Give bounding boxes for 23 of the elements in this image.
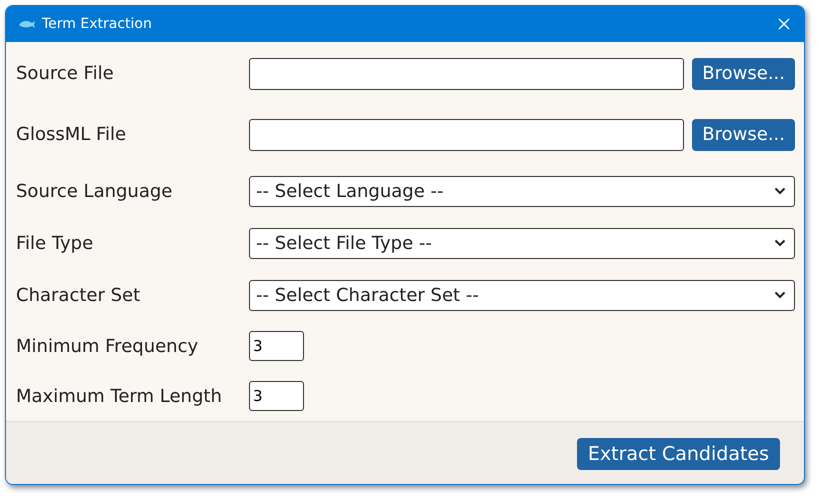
field-label: File Type [16,232,94,254]
file-path-field[interactable] [249,118,684,150]
field-label: Minimum Frequency [16,336,200,356]
dropdown[interactable]: -- Select Language -- [249,176,795,206]
chevron-down-icon [774,291,786,299]
field-label: Source File [16,63,115,84]
number-field[interactable]: 3 [249,331,304,361]
field-label: Maximum Term Length [16,386,223,406]
file-path-field[interactable] [249,58,684,90]
browse-button[interactable]: Browse... [692,118,795,150]
extract-candidates-button[interactable]: Extract Candidates [576,438,780,470]
field-label: GlossML File [16,124,128,145]
dropdown[interactable]: -- Select File Type -- [249,228,795,258]
window-title: Term Extraction [42,16,153,32]
fish-icon [18,19,36,29]
chevron-down-icon [774,187,786,195]
close-icon[interactable] [778,18,790,30]
number-field[interactable]: 3 [249,381,304,411]
browse-button[interactable]: Browse... [692,58,795,90]
field-label: Source Language [16,180,174,202]
field-label: Character Set [16,284,142,306]
chevron-down-icon [774,239,786,247]
dropdown[interactable]: -- Select Character Set -- [249,280,795,310]
